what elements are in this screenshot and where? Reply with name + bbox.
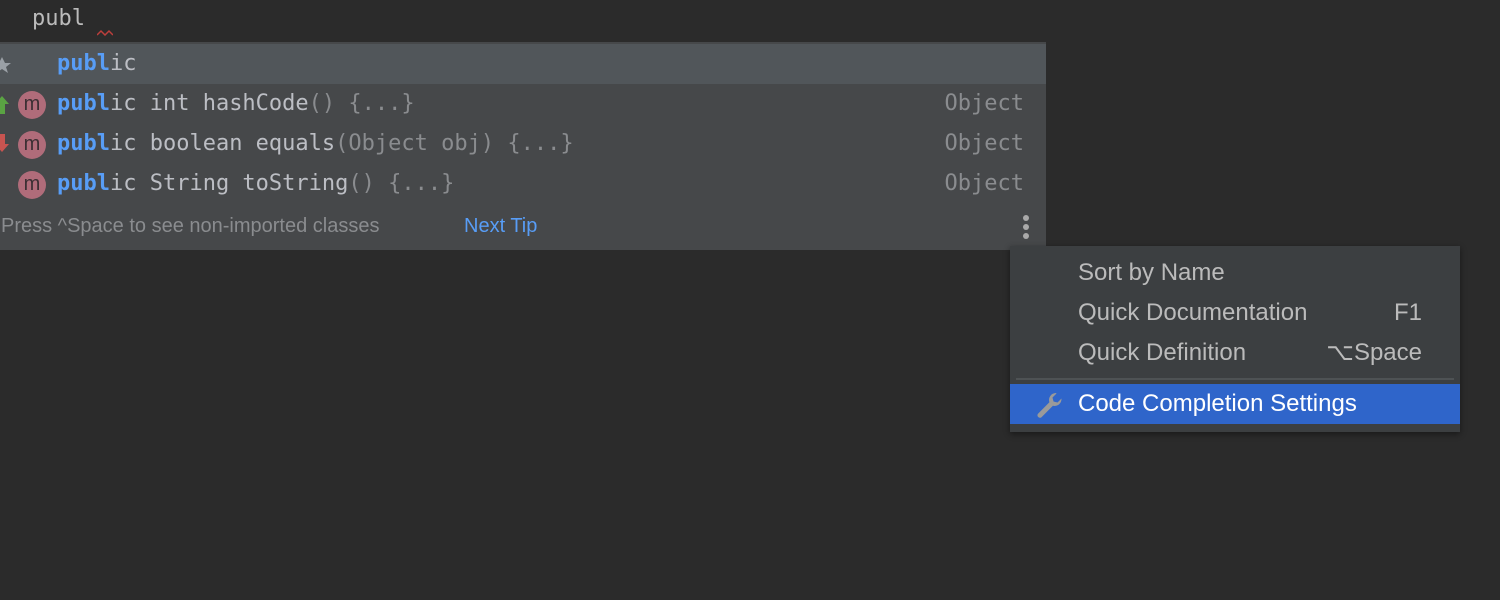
completion-item[interactable]: m public String toString() {...} Object — [0, 164, 1046, 204]
menu-item-label: Sort by Name — [1078, 259, 1225, 286]
menu-item-label: Code Completion Settings — [1078, 390, 1357, 417]
item-text: ic String toString — [109, 171, 349, 196]
completion-footer: Press ^Space to see non-imported classes… — [0, 206, 1046, 246]
override-up-arrow-icon — [0, 96, 9, 114]
match-text: publ — [57, 171, 110, 196]
match-text: publ — [57, 91, 110, 116]
match-text: publ — [57, 51, 110, 76]
more-options-icon[interactable] — [1018, 212, 1034, 242]
menu-separator — [1016, 378, 1454, 380]
item-text: ic — [109, 51, 137, 76]
editor-typed-text[interactable]: publ — [32, 6, 85, 31]
completion-item[interactable]: m public int hashCode() {...} Object — [0, 84, 1046, 124]
error-squiggle-icon — [97, 29, 113, 36]
menu-item-label: Quick Documentation — [1078, 299, 1308, 326]
wrench-icon — [1037, 393, 1062, 418]
item-signature: (Object obj) {...} — [335, 131, 574, 156]
match-text: publ — [57, 131, 110, 156]
menu-item-shortcut: F1 — [1393, 299, 1422, 326]
item-type: Object — [944, 171, 1024, 196]
menu-item-label: Quick Definition — [1078, 339, 1247, 366]
context-menu: Sort by Name Quick Documentation F1 Quic… — [1010, 246, 1460, 432]
completion-item[interactable]: m public boolean equals(Object obj) {...… — [0, 124, 1046, 164]
override-down-arrow-icon — [0, 134, 9, 152]
method-badge-icon: m — [18, 171, 46, 199]
item-type: Object — [944, 91, 1024, 116]
item-text: ic boolean equals — [109, 131, 336, 156]
next-tip-link[interactable]: Next Tip — [464, 206, 537, 246]
item-signature: () {...} — [348, 171, 455, 196]
star-icon — [0, 57, 11, 73]
menu-item-code-completion-settings[interactable]: Code Completion Settings — [1010, 384, 1460, 424]
method-badge-icon: m — [18, 131, 46, 159]
item-text: ic int hashCode — [109, 91, 309, 116]
completion-item[interactable]: public — [0, 44, 1046, 84]
editor-area[interactable]: publ — [0, 0, 1500, 42]
item-type: Object — [944, 131, 1024, 156]
item-signature: () {...} — [308, 91, 415, 116]
menu-item-shortcut: ⌥Space — [1326, 339, 1422, 366]
menu-item-sort-by-name[interactable]: Sort by Name — [1010, 253, 1460, 293]
tip-text: Press ^Space to see non-imported classes — [1, 215, 380, 237]
menu-item-quick-documentation[interactable]: Quick Documentation F1 — [1010, 293, 1460, 333]
menu-item-quick-definition[interactable]: Quick Definition ⌥Space — [1010, 333, 1460, 373]
method-badge-icon: m — [18, 91, 46, 119]
